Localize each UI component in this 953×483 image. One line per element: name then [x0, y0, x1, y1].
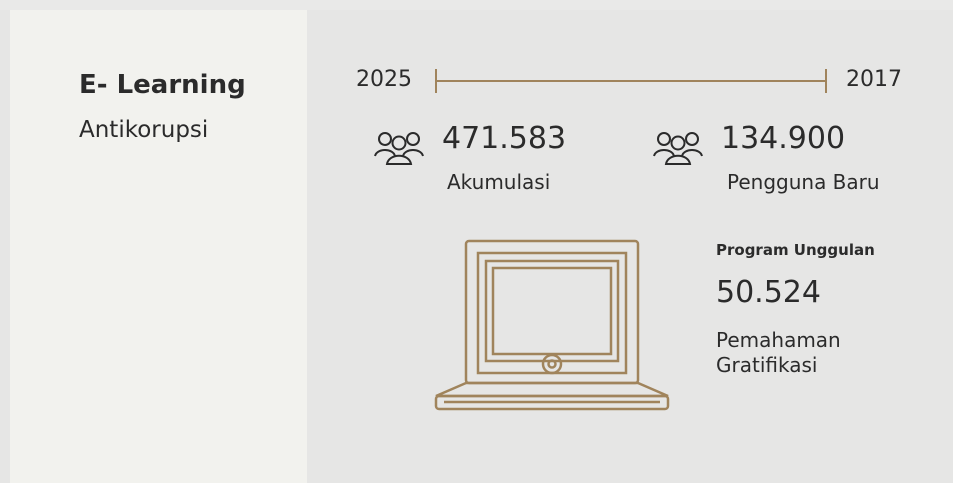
users-group-icon	[653, 132, 703, 165]
sidebar-title: E- Learning	[79, 70, 246, 100]
program-description: Pemahaman Gratifikasi	[716, 328, 841, 377]
timeline-start-year: 2025	[356, 67, 412, 92]
laptop-icon	[434, 239, 670, 411]
top-strip	[0, 0, 953, 10]
stat-accumulation-label: Akumulasi	[447, 170, 551, 194]
stat-new-users-label: Pengguna Baru	[727, 170, 880, 194]
stat-accumulation-value: 471.583	[442, 121, 567, 156]
timeline-line	[435, 69, 827, 93]
program-heading: Program Unggulan	[716, 241, 875, 259]
stat-new-users-value: 134.900	[721, 121, 846, 156]
infographic: E- Learning Antikorupsi 2025 2017 471.58…	[0, 0, 953, 483]
sidebar-subtitle: Antikorupsi	[79, 117, 209, 143]
users-group-icon	[374, 132, 424, 165]
program-value: 50.524	[716, 275, 821, 310]
timeline-end-year: 2017	[846, 67, 902, 92]
